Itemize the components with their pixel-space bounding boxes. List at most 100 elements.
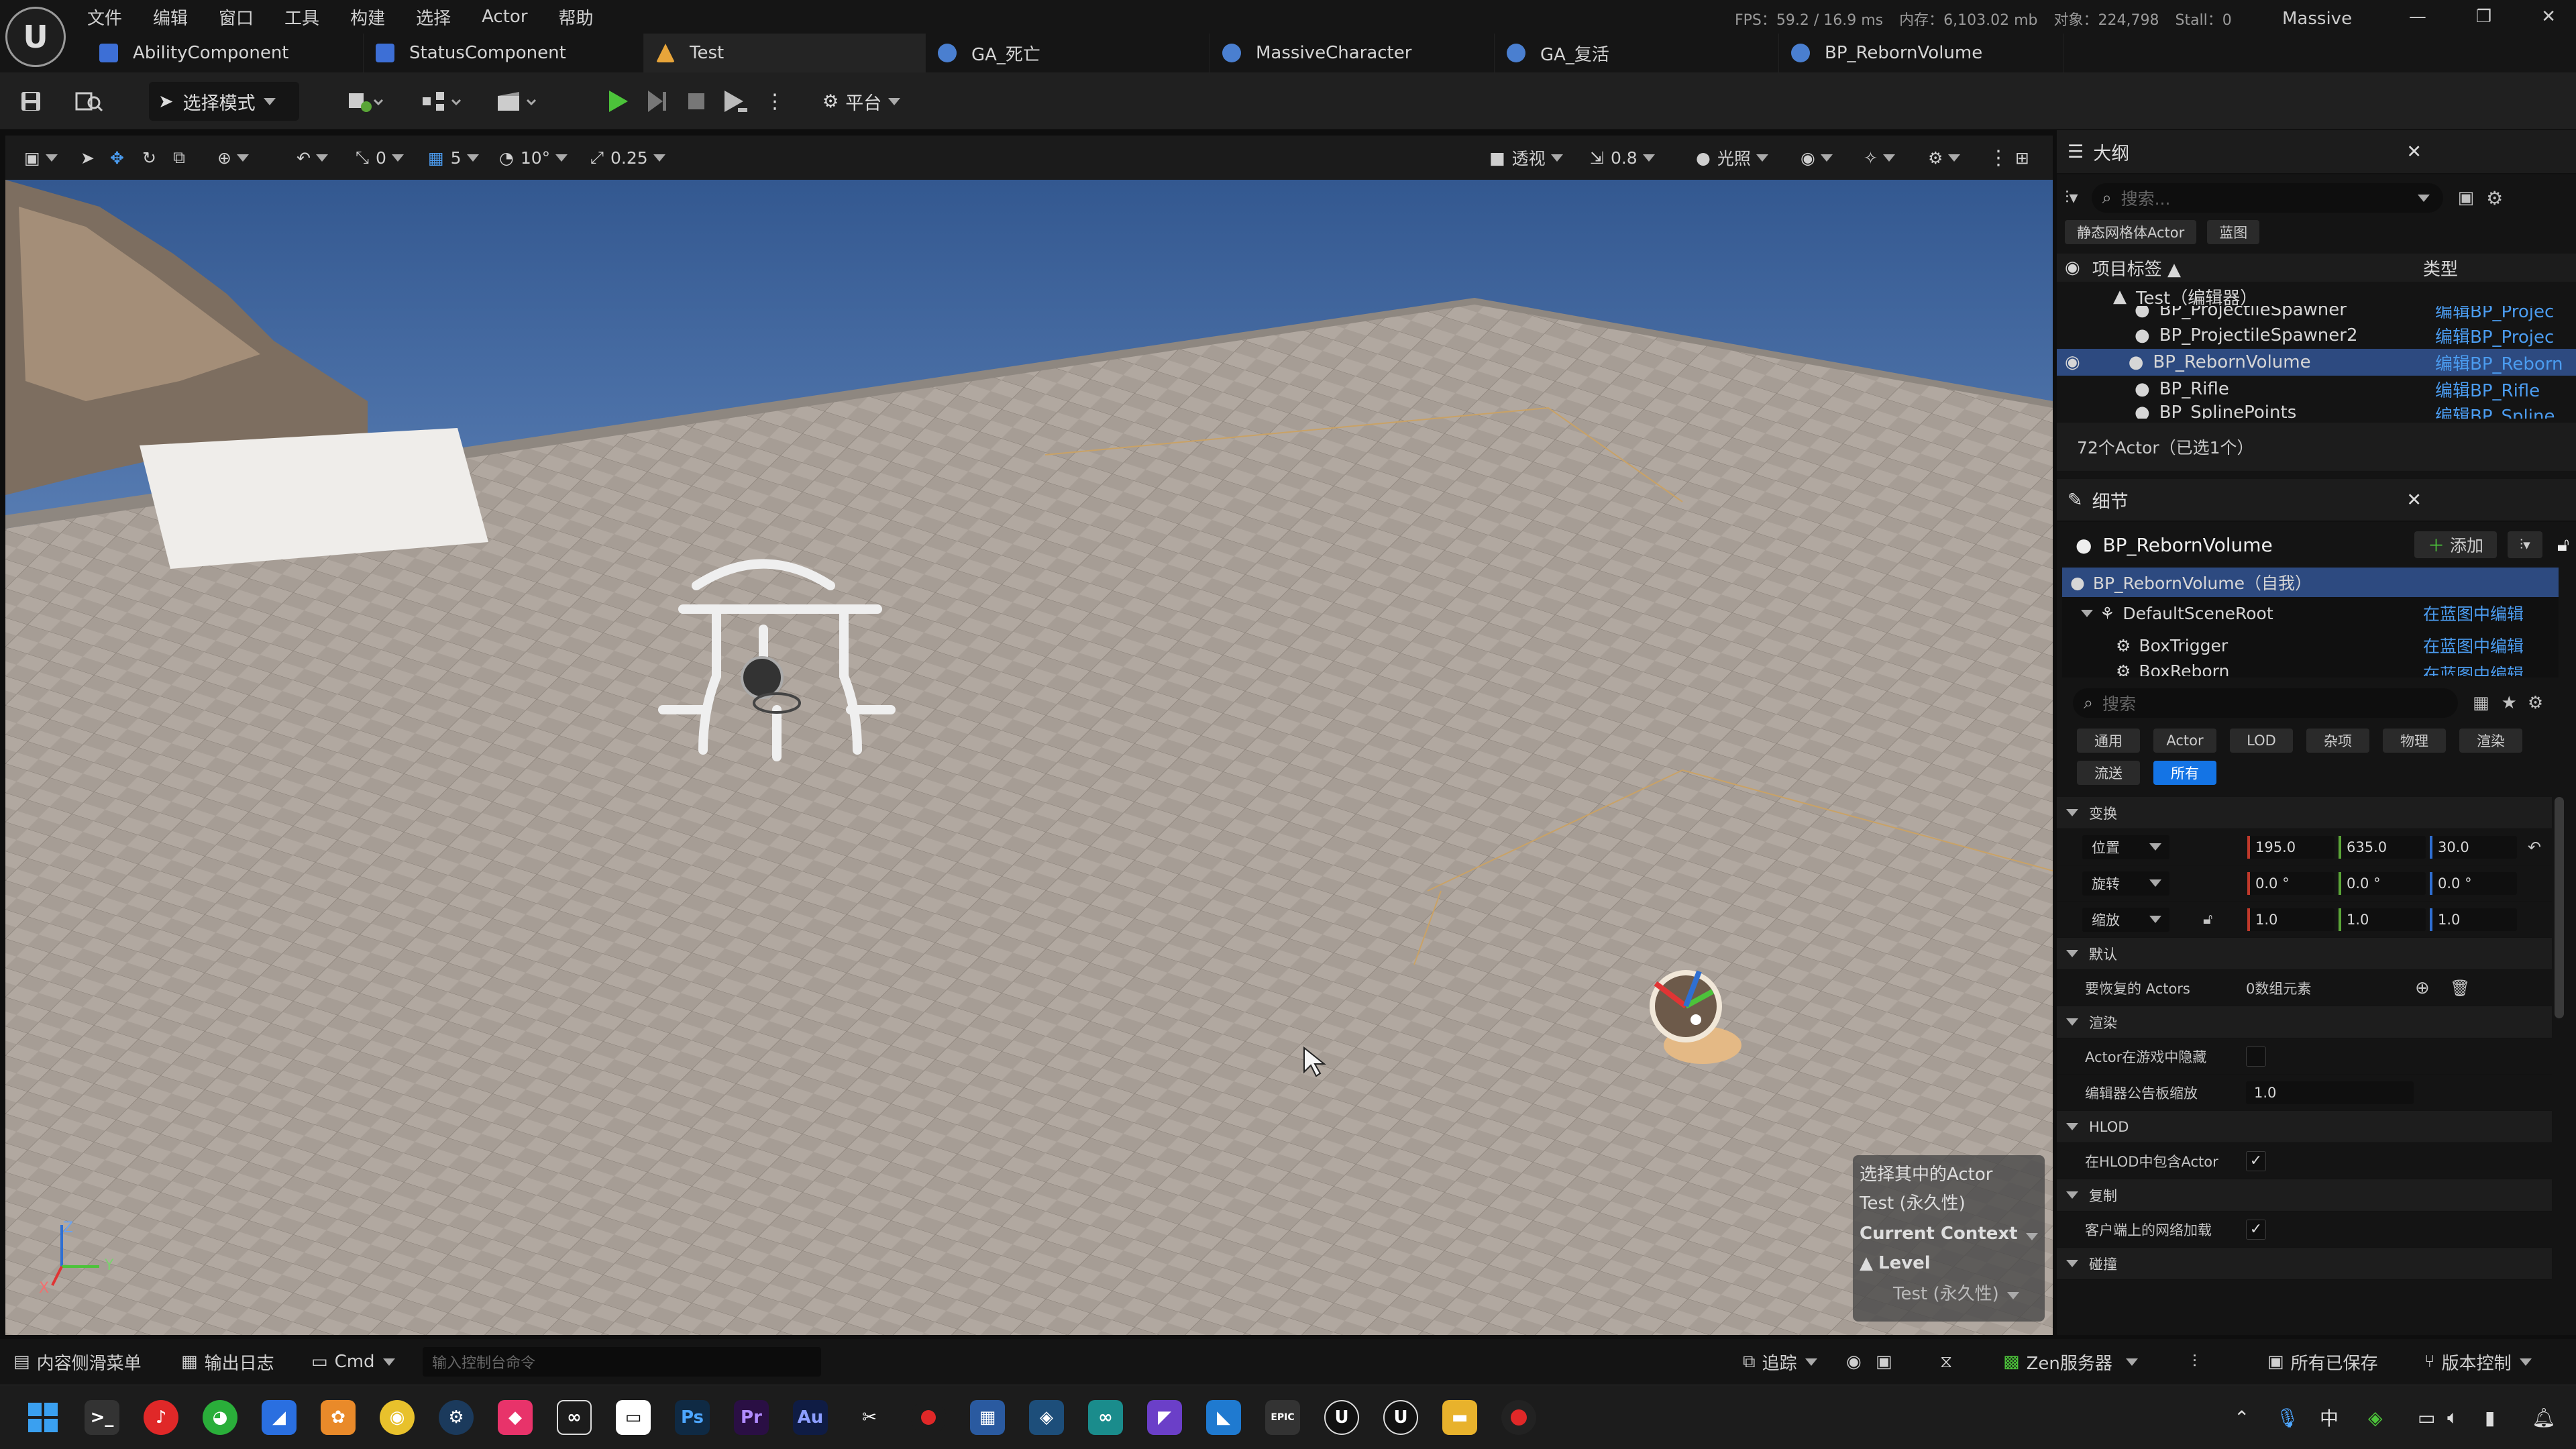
blueprint-menu-icon[interactable]: [420, 82, 464, 121]
camera-capture-icon[interactable]: ▣: [1876, 1339, 1892, 1385]
tray-overflow-icon[interactable]: ⌃: [2234, 1385, 2249, 1449]
chrome-icon[interactable]: ◉: [380, 1400, 415, 1435]
outliner-row[interactable]: ● BP_ProjectileSpawner 编辑BP_Projec: [2057, 306, 2576, 323]
content-drawer-button[interactable]: ▤ 内容侧滑菜单: [13, 1339, 142, 1385]
select-tool-icon[interactable]: ▣: [24, 142, 58, 173]
outliner-row-selected[interactable]: ◉ ● BP_RebornVolume 编辑BP_Reborn: [2057, 349, 2576, 376]
rotation-mode-dropdown[interactable]: 旋转: [2082, 871, 2169, 896]
component-row[interactable]: ⚙ BoxTrigger 在蓝图中编辑: [2062, 629, 2559, 661]
menu-actor[interactable]: Actor: [482, 7, 527, 27]
unreal-app-icon[interactable]: U: [1324, 1400, 1359, 1435]
outliner-row[interactable]: ● BP_SplinePoints 编辑BP_Spline: [2057, 402, 2576, 419]
rotation-z-field[interactable]: 0.0 °: [2430, 871, 2517, 895]
restore-button[interactable]: ❐: [2476, 7, 2491, 27]
source-control-button[interactable]: ⑂ 版本控制: [2424, 1339, 2532, 1385]
details-scrollbar[interactable]: [2555, 797, 2564, 1018]
current-context-dropdown[interactable]: Current Context: [1860, 1224, 2038, 1244]
net-load-checkbox[interactable]: ✓: [2246, 1219, 2266, 1240]
close-outliner-icon[interactable]: ✕: [2406, 142, 2422, 162]
add-component-button[interactable]: ＋ 添加: [2414, 531, 2498, 558]
component-row[interactable]: ⚙ BoxReborn 在蓝图中编辑: [2062, 661, 2559, 676]
tab-status-component[interactable]: StatusComponent: [364, 34, 644, 72]
netease-music-icon[interactable]: ♪: [144, 1400, 178, 1435]
arduino-icon[interactable]: ∞: [1088, 1400, 1123, 1435]
windows-start-icon[interactable]: [25, 1400, 60, 1435]
network-icon[interactable]: ▭: [2418, 1385, 2435, 1449]
column-type[interactable]: 类型: [2423, 256, 2458, 280]
section-collision[interactable]: 碰撞: [2057, 1248, 2552, 1280]
zen-server-button[interactable]: ▩ Zen服务器: [2003, 1339, 2138, 1385]
category-actor[interactable]: Actor: [2153, 729, 2216, 753]
close-button[interactable]: ✕: [2541, 7, 2556, 27]
section-replication[interactable]: 复制: [2057, 1179, 2552, 1212]
viewport-fx-icon[interactable]: ✧: [1864, 142, 1895, 173]
play-options-icon[interactable]: ⋮: [765, 82, 785, 121]
location-mode-dropdown[interactable]: 位置: [2082, 835, 2169, 859]
context-level-sub[interactable]: Test (永久性): [1860, 1280, 2038, 1305]
hide-in-game-checkbox[interactable]: [2246, 1046, 2266, 1067]
edit-in-blueprint-link[interactable]: 在蓝图中编辑: [2423, 633, 2524, 657]
rotation-snap-button[interactable]: ◔ 10°: [499, 142, 568, 173]
camera-speed-button[interactable]: ⇲ 0.8: [1590, 142, 1655, 173]
scale-mode-dropdown[interactable]: 缩放: [2082, 907, 2169, 932]
add-actor-icon[interactable]: [346, 82, 386, 121]
terminal-app-icon[interactable]: >_: [85, 1400, 119, 1435]
outliner-settings-icon[interactable]: ⚙: [2486, 187, 2503, 209]
category-all[interactable]: 所有: [2153, 761, 2216, 785]
scale-y-field[interactable]: 1.0: [2339, 908, 2426, 931]
cmd-dropdown[interactable]: ▭ Cmd: [311, 1339, 395, 1385]
category-streaming[interactable]: 流送: [2077, 761, 2140, 785]
feishu-icon[interactable]: ◢: [262, 1400, 297, 1435]
outliner-row[interactable]: ● BP_ProjectileSpawner2 编辑BP_Projec: [2057, 322, 2576, 349]
location-y-field[interactable]: 635.0: [2339, 835, 2426, 859]
category-physics[interactable]: 物理: [2383, 729, 2446, 753]
category-misc[interactable]: 杂项: [2306, 729, 2369, 753]
filter-static-mesh[interactable]: 静态网格体Actor: [2065, 220, 2197, 244]
output-log-button[interactable]: ▦ 输出日志: [181, 1339, 274, 1385]
audition-icon[interactable]: Au: [793, 1400, 828, 1435]
close-details-icon[interactable]: ✕: [2406, 490, 2422, 511]
step-button[interactable]: [643, 82, 669, 121]
table-view-icon[interactable]: ▦: [2473, 693, 2489, 713]
ime-indicator[interactable]: 中: [2320, 1385, 2339, 1449]
capcut-icon[interactable]: ✂: [852, 1400, 887, 1435]
scale-snap-button[interactable]: ⤢ 0.25: [590, 142, 665, 173]
edit-in-blueprint-link[interactable]: 在蓝图中编辑: [2423, 601, 2524, 625]
category-rendering[interactable]: 渲染: [2459, 729, 2522, 753]
menu-file[interactable]: 文件: [87, 5, 122, 30]
scale-lock-icon[interactable]: 🔓︎: [2203, 911, 2212, 928]
component-row[interactable]: ⚘ DefaultSceneRoot 在蓝图中编辑: [2062, 597, 2559, 629]
favorite-star-icon[interactable]: ★: [2502, 693, 2517, 713]
add-element-icon[interactable]: ⊕: [2415, 978, 2430, 998]
photoshop-icon[interactable]: Ps: [675, 1400, 710, 1435]
trace-button[interactable]: ⧉ 追踪: [1743, 1339, 1817, 1385]
platform-button[interactable]: ⚙ 平台: [822, 82, 901, 121]
recorder-icon[interactable]: [1501, 1400, 1536, 1435]
steam-icon[interactable]: ⚙: [439, 1400, 474, 1435]
lock-icon[interactable]: 🔓︎: [2557, 533, 2569, 556]
details-search[interactable]: ⌕ 搜索: [2073, 688, 2458, 718]
menu-window[interactable]: 窗口: [219, 5, 254, 30]
tab-test-level[interactable]: Test: [644, 34, 926, 72]
filter-blueprint[interactable]: 蓝图: [2207, 220, 2260, 244]
tray-app-icon[interactable]: ◈: [2368, 1385, 2383, 1449]
vscode-icon[interactable]: ◣: [1206, 1400, 1241, 1435]
save-all-button[interactable]: ▣ 所有已保存: [2267, 1339, 2378, 1385]
record-icon[interactable]: ◉: [1846, 1339, 1862, 1385]
rotation-x-field[interactable]: 0.0 °: [2247, 871, 2334, 895]
rotate-icon[interactable]: ↻: [142, 142, 156, 173]
row-type-link[interactable]: 编辑BP_Rifle: [2435, 377, 2540, 402]
menu-help[interactable]: 帮助: [559, 5, 594, 30]
context-level[interactable]: ▲ Level: [1860, 1253, 2038, 1273]
unreal-app-icon-2[interactable]: U: [1383, 1400, 1418, 1435]
notification-bell-icon[interactable]: 🔔︎: [2532, 1385, 2556, 1449]
live-coding-icon[interactable]: ⫶: [2192, 1339, 2197, 1385]
menu-build[interactable]: 构建: [350, 5, 385, 30]
section-transform[interactable]: 变换: [2057, 797, 2552, 829]
lit-mode-button[interactable]: ● 光照: [1696, 142, 1768, 173]
column-label[interactable]: 项目标签 ▲: [2092, 256, 2181, 280]
reset-icon[interactable]: ↶: [2528, 838, 2541, 857]
viewport-options-icon[interactable]: ⋮: [1988, 142, 2008, 173]
section-rendering[interactable]: 渲染: [2057, 1006, 2552, 1038]
world-local-icon[interactable]: ⊕: [217, 142, 249, 173]
